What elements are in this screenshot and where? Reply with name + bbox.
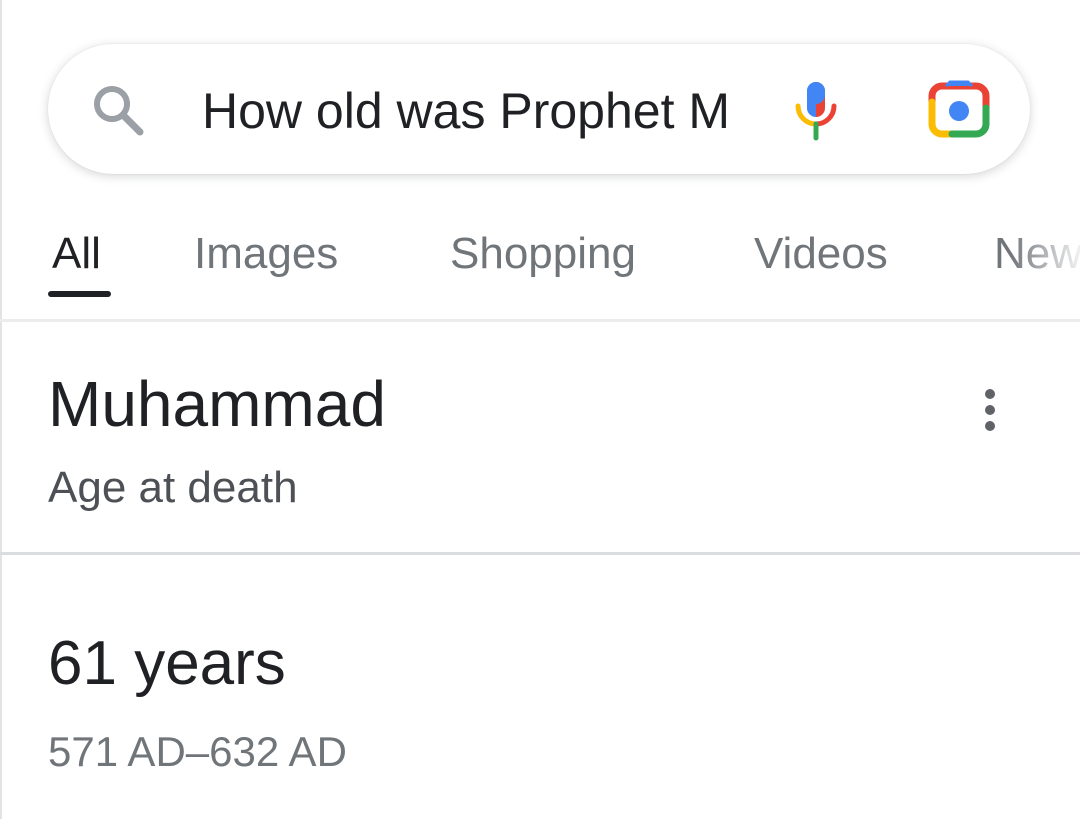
search-icon[interactable] [90,82,146,138]
microphone-icon[interactable] [792,78,840,142]
answer-date-range: 571 AD–632 AD [48,728,347,775]
tab-all[interactable]: All [52,226,101,282]
more-vert-icon[interactable] [972,386,1008,434]
screen-edge [0,0,2,819]
tabs-scroll-fade [1010,190,1080,320]
answer-value: 61 years [48,629,286,698]
divider [0,552,1080,555]
divider [0,319,1080,322]
search-results-page: How old was Prophet M All Images Shoppin… [0,0,1080,819]
entity-subtitle: Age at death [48,463,298,512]
tab-images[interactable]: Images [194,226,338,282]
tab-shopping[interactable]: Shopping [450,226,636,282]
active-tab-indicator [48,291,111,297]
tab-videos[interactable]: Videos [754,226,888,282]
search-input[interactable]: How old was Prophet M [202,76,744,146]
camera-lens-icon[interactable] [926,80,992,140]
entity-title: Muhammad [48,368,386,440]
search-tabs: All Images Shopping Videos News [0,190,1080,320]
